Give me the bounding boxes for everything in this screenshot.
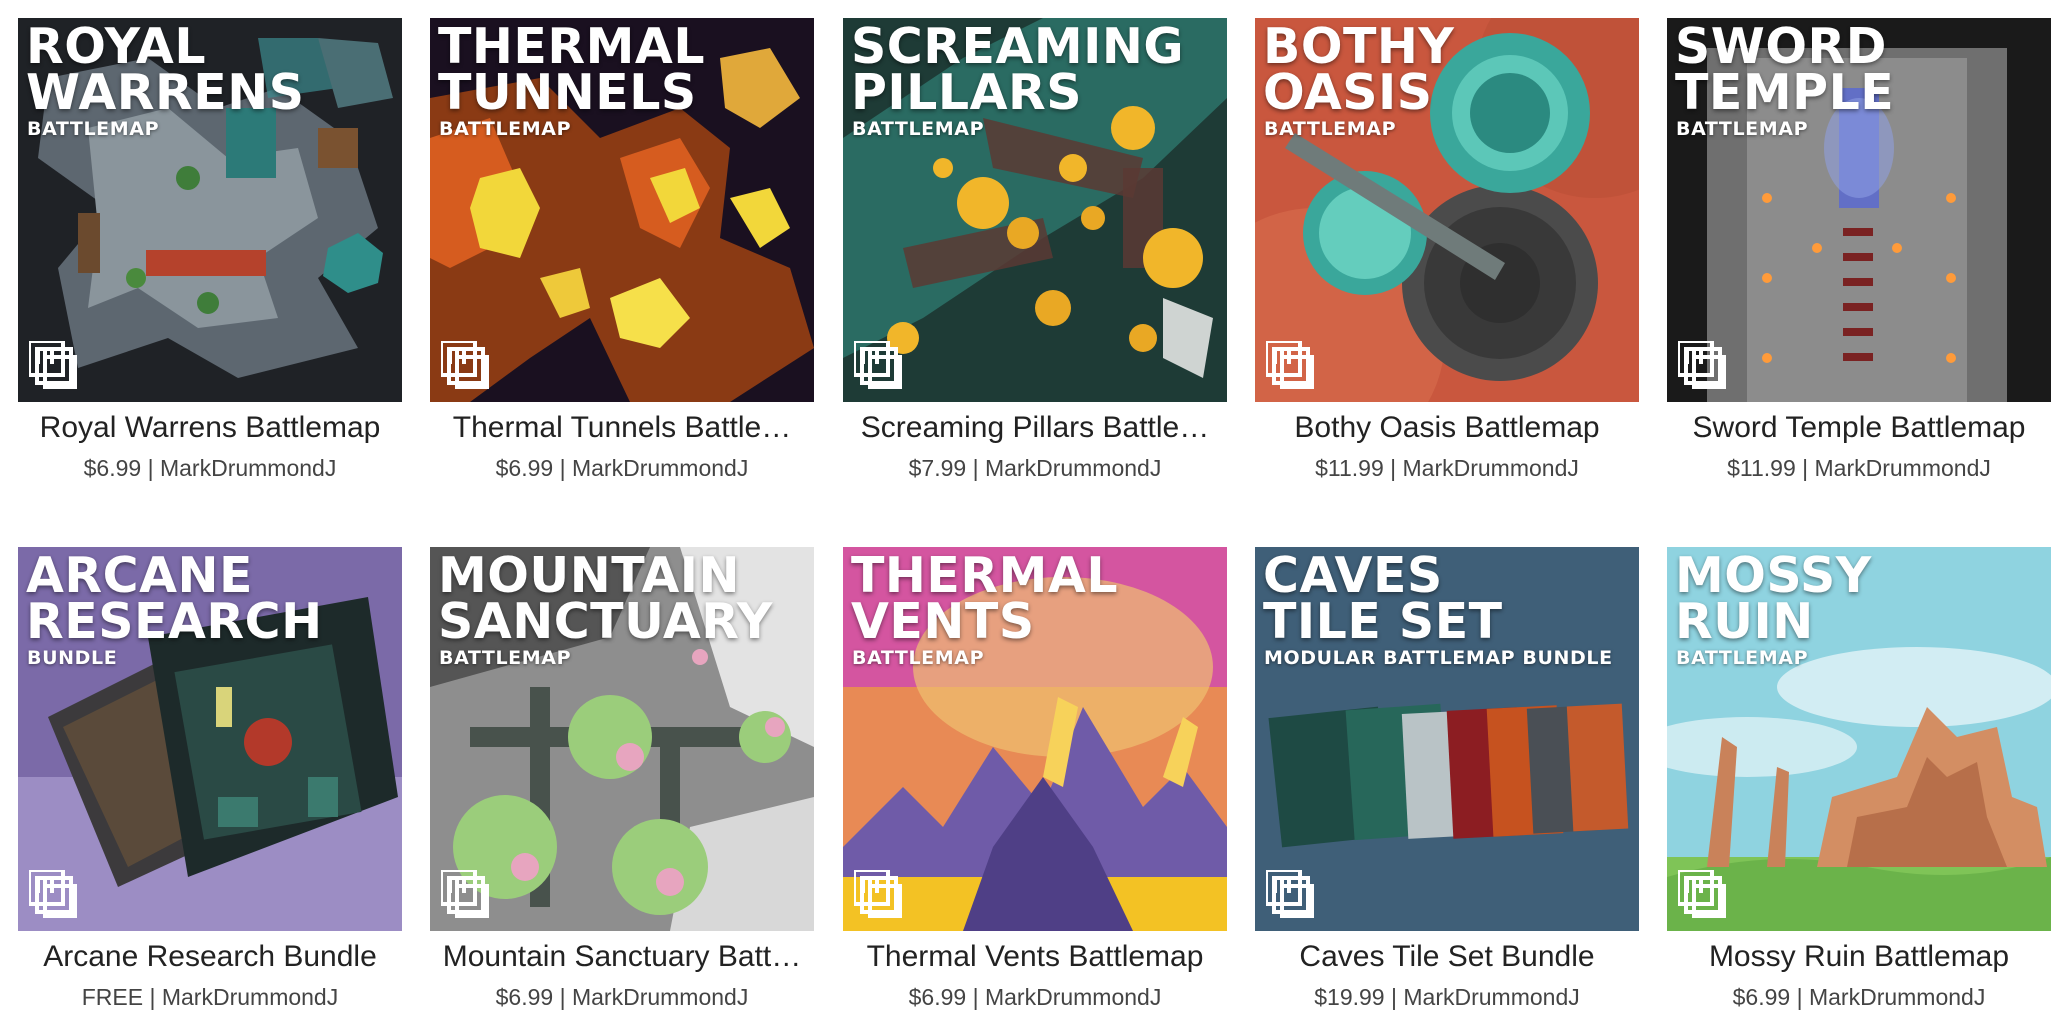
product-thumbnail[interactable]: BOTHY OASIS BATTLEMAP: [1255, 18, 1639, 402]
product-author[interactable]: MarkDrummondJ: [572, 455, 748, 481]
product-thumbnail[interactable]: MOUNTAIN SANCTUARY BATTLEMAP: [430, 547, 814, 931]
product-price: $6.99: [83, 455, 142, 481]
product-meta: $19.99 | MarkDrummondJ: [1314, 984, 1580, 1010]
product-thumbnail[interactable]: CAVES TILE SET MODULAR BATTLEMAP BUNDLE: [1255, 547, 1639, 931]
thumbnail-badge: BATTLEMAP: [852, 118, 985, 140]
product-card[interactable]: MOSSY RUIN BATTLEMAP Mossy Ruin Battlema…: [1667, 547, 2051, 1013]
thumbnail-badge: BATTLEMAP: [27, 118, 160, 140]
thumbnail-badge: BATTLEMAP: [439, 118, 572, 140]
thumbnail-title: THERMAL TUNNELS: [438, 18, 706, 121]
product-meta: FREE | MarkDrummondJ: [81, 984, 339, 1010]
thumbnail-title: MOUNTAIN SANCTUARY: [438, 547, 773, 650]
product-author[interactable]: MarkDrummondJ: [1809, 984, 1985, 1010]
brand-logo-icon: [1266, 341, 1314, 389]
product-card[interactable]: BOTHY OASIS BATTLEMAP Bothy Oasis Battle…: [1255, 18, 1639, 484]
thumbnail-title: ARCANE RESEARCH: [26, 547, 323, 650]
thumbnail-badge: BATTLEMAP: [1676, 118, 1809, 140]
product-grid: ROYAL WARRENS BATTLEMAP Royal Warrens Ba…: [0, 0, 2066, 1028]
product-author[interactable]: MarkDrummondJ: [1403, 455, 1579, 481]
thumbnail-title: CAVES TILE SET: [1263, 547, 1503, 650]
product-name[interactable]: Thermal Vents Battlemap: [843, 937, 1227, 977]
product-name[interactable]: Royal Warrens Battlemap: [18, 408, 402, 448]
product-thumbnail[interactable]: ROYAL WARRENS BATTLEMAP: [18, 18, 402, 402]
thumbnail-title: MOSSY RUIN: [1675, 547, 1872, 650]
product-card[interactable]: MOUNTAIN SANCTUARY BATTLEMAP Mountain Sa…: [430, 547, 814, 1013]
product-meta: $6.99 | MarkDrummondJ: [83, 455, 337, 481]
product-meta: $6.99 | MarkDrummondJ: [495, 455, 749, 481]
thumbnail-badge: BATTLEMAP: [852, 647, 985, 669]
product-name[interactable]: Thermal Tunnels Battle…: [430, 408, 814, 448]
product-author[interactable]: MarkDrummondJ: [160, 455, 336, 481]
product-thumbnail[interactable]: MOSSY RUIN BATTLEMAP: [1667, 547, 2051, 931]
product-author[interactable]: MarkDrummondJ: [1815, 455, 1991, 481]
product-card[interactable]: ARCANE RESEARCH BUNDLE Arcane Research B…: [18, 547, 402, 1013]
thumbnail-title: ROYAL WARRENS: [26, 18, 305, 121]
thumbnail-badge: MODULAR BATTLEMAP BUNDLE: [1264, 647, 1613, 669]
product-thumbnail[interactable]: THERMAL VENTS BATTLEMAP: [843, 547, 1227, 931]
product-name[interactable]: Screaming Pillars Battle…: [843, 408, 1227, 448]
brand-logo-icon: [854, 341, 902, 389]
thumbnail-badge: BATTLEMAP: [439, 647, 572, 669]
product-card[interactable]: SCREAMING PILLARS BATTLEMAP Screaming Pi…: [843, 18, 1227, 484]
thumbnail-title: BOTHY OASIS: [1263, 18, 1455, 121]
thumbnail-title: THERMAL VENTS: [851, 547, 1119, 650]
product-author[interactable]: MarkDrummondJ: [1403, 984, 1579, 1010]
thumbnail-badge: BATTLEMAP: [1676, 647, 1809, 669]
brand-logo-icon: [1266, 870, 1314, 918]
product-price: $7.99: [908, 455, 967, 481]
brand-logo-icon: [29, 870, 77, 918]
product-meta: $6.99 | MarkDrummondJ: [495, 984, 749, 1010]
product-name[interactable]: Sword Temple Battlemap: [1667, 408, 2051, 448]
product-price: $6.99: [908, 984, 967, 1010]
brand-logo-icon: [1678, 870, 1726, 918]
product-name[interactable]: Bothy Oasis Battlemap: [1255, 408, 1639, 448]
brand-logo-icon: [29, 341, 77, 389]
product-price: $6.99: [1732, 984, 1791, 1010]
thumbnail-badge: BUNDLE: [27, 647, 118, 669]
thumbnail-title: SWORD TEMPLE: [1675, 18, 1895, 121]
product-card[interactable]: THERMAL TUNNELS BATTLEMAP Thermal Tunnel…: [430, 18, 814, 484]
product-meta: $11.99 | MarkDrummondJ: [1315, 455, 1579, 481]
product-price: $6.99: [495, 455, 554, 481]
product-card[interactable]: THERMAL VENTS BATTLEMAP Thermal Vents Ba…: [843, 547, 1227, 1013]
product-meta: $6.99 | MarkDrummondJ: [1732, 984, 1986, 1010]
product-thumbnail[interactable]: ARCANE RESEARCH BUNDLE: [18, 547, 402, 931]
product-thumbnail[interactable]: THERMAL TUNNELS BATTLEMAP: [430, 18, 814, 402]
product-thumbnail[interactable]: SCREAMING PILLARS BATTLEMAP: [843, 18, 1227, 402]
product-name[interactable]: Arcane Research Bundle: [18, 937, 402, 977]
brand-logo-icon: [854, 870, 902, 918]
product-meta: $11.99 | MarkDrummondJ: [1727, 455, 1991, 481]
product-name[interactable]: Caves Tile Set Bundle: [1255, 937, 1639, 977]
product-price: $6.99: [495, 984, 554, 1010]
product-meta: $6.99 | MarkDrummondJ: [908, 984, 1162, 1010]
product-name[interactable]: Mountain Sanctuary Batt…: [430, 937, 814, 977]
brand-logo-icon: [1678, 341, 1726, 389]
brand-logo-icon: [441, 341, 489, 389]
product-author[interactable]: MarkDrummondJ: [162, 984, 338, 1010]
product-price: FREE: [81, 984, 144, 1010]
product-author[interactable]: MarkDrummondJ: [572, 984, 748, 1010]
product-author[interactable]: MarkDrummondJ: [985, 455, 1161, 481]
brand-logo-icon: [441, 870, 489, 918]
product-price: $11.99: [1727, 455, 1796, 481]
product-author[interactable]: MarkDrummondJ: [985, 984, 1161, 1010]
product-name[interactable]: Mossy Ruin Battlemap: [1667, 937, 2051, 977]
product-card[interactable]: ROYAL WARRENS BATTLEMAP Royal Warrens Ba…: [18, 18, 402, 484]
product-thumbnail[interactable]: SWORD TEMPLE BATTLEMAP: [1667, 18, 2051, 402]
product-meta: $7.99 | MarkDrummondJ: [908, 455, 1162, 481]
thumbnail-badge: BATTLEMAP: [1264, 118, 1397, 140]
product-card[interactable]: CAVES TILE SET MODULAR BATTLEMAP BUNDLE …: [1255, 547, 1639, 1013]
thumbnail-title: SCREAMING PILLARS: [851, 18, 1185, 121]
product-price: $11.99: [1315, 455, 1384, 481]
product-price: $19.99: [1314, 984, 1385, 1010]
product-card[interactable]: SWORD TEMPLE BATTLEMAP Sword Temple Batt…: [1667, 18, 2051, 484]
